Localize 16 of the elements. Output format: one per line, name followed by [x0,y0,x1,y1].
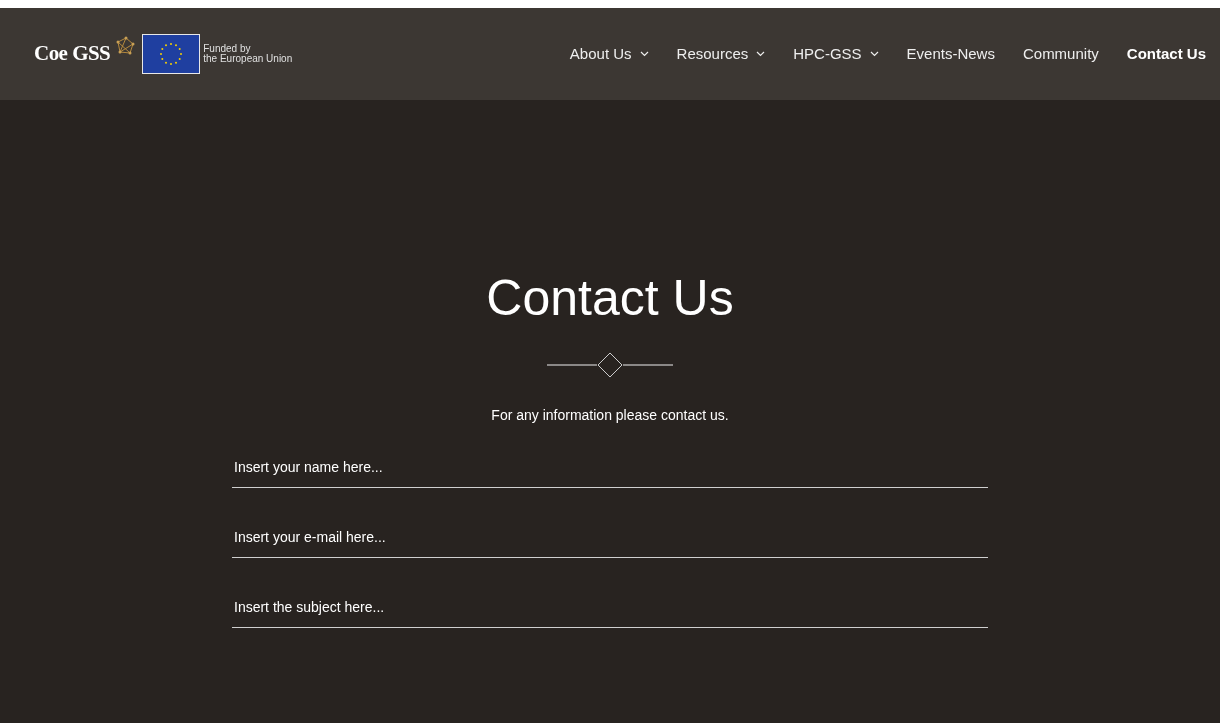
funding-text: the European Union [203,54,293,64]
eu-flag-icon [142,34,201,74]
diamond-divider-icon [547,351,673,379]
nav-link[interactable]: About Us [569,42,649,66]
intro-text: For any information please contact us. [491,406,729,425]
page-title: Contact Us [486,270,734,326]
nav-link[interactable]: Community [1022,42,1099,66]
logo-text[interactable]: Coe GSS [34,38,111,70]
nav-link[interactable]: Resources [676,42,766,66]
input-field[interactable]: Insert the subject here... [232,586,988,628]
input-field[interactable]: Insert your e-mail here... [232,516,988,558]
nav-link[interactable]: Events-News [906,42,995,66]
nav-link[interactable]: HPC-GSS [793,42,879,66]
funding-text: Funded by [203,44,252,54]
nav-link[interactable]: Contact Us [1126,42,1206,66]
input-field[interactable]: Insert your name here... [232,446,988,488]
